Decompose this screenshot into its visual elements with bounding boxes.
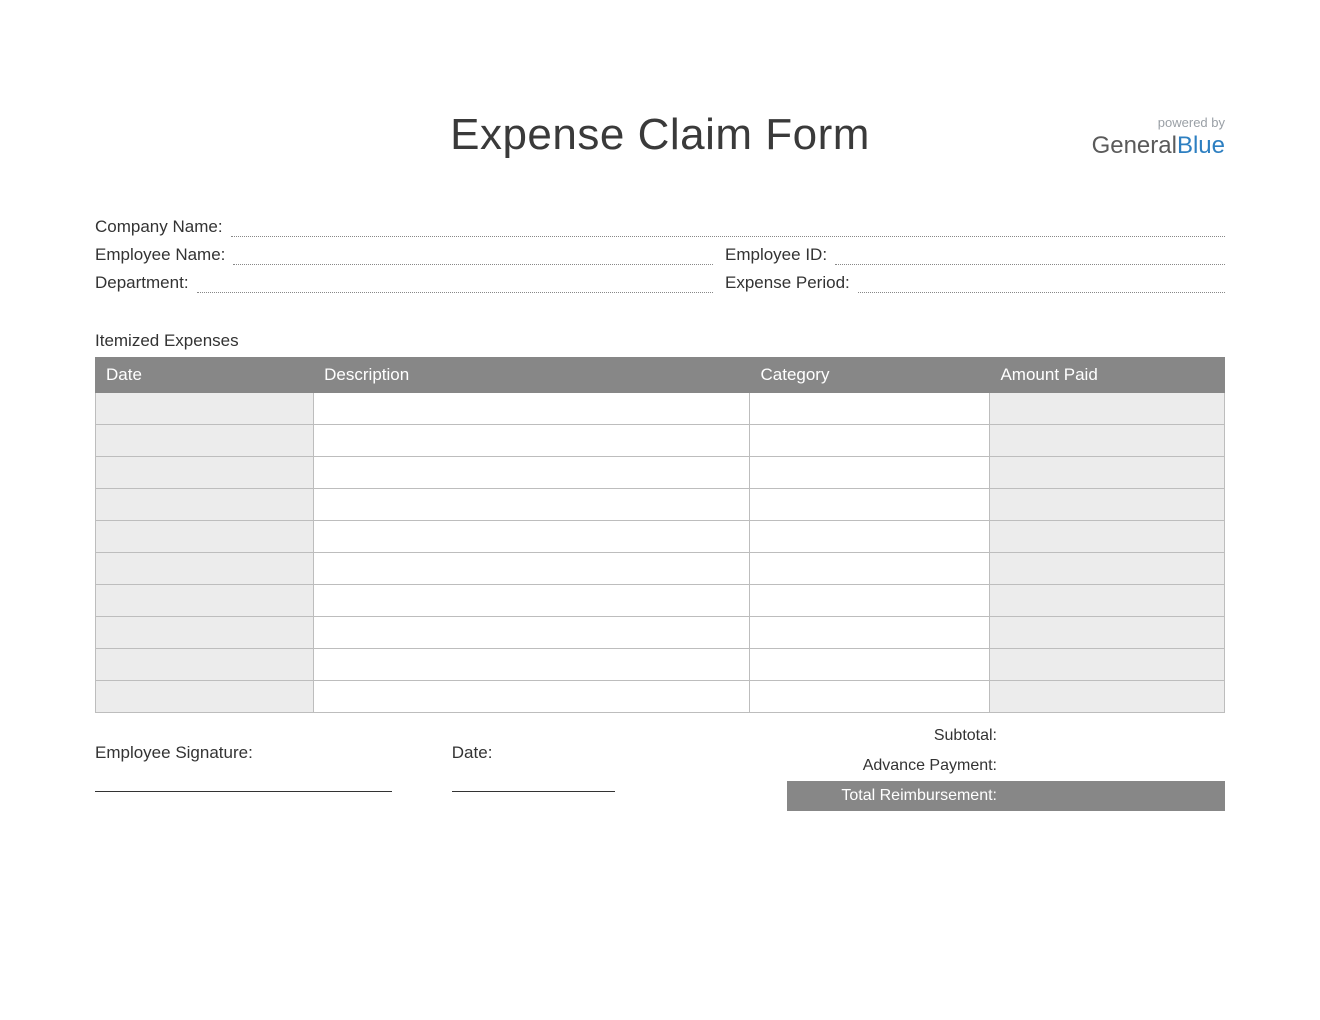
signature-date-line[interactable] [452, 791, 615, 792]
table-cell[interactable] [314, 457, 750, 489]
table-row [96, 681, 1225, 713]
employee-id-input[interactable] [835, 243, 1225, 265]
table-cell[interactable] [750, 681, 990, 713]
powered-by-text: powered by [1092, 115, 1225, 130]
table-row [96, 617, 1225, 649]
table-cell[interactable] [750, 393, 990, 425]
table-cell[interactable] [314, 489, 750, 521]
department-label: Department: [95, 273, 197, 293]
header-category: Category [750, 358, 990, 393]
table-row [96, 649, 1225, 681]
total-reimbursement-label: Total Reimbursement: [787, 787, 1005, 805]
employee-name-input[interactable] [233, 243, 713, 265]
itemized-expenses-title: Itemized Expenses [95, 331, 1225, 351]
table-row [96, 425, 1225, 457]
table-cell[interactable] [96, 553, 314, 585]
department-input[interactable] [197, 271, 713, 293]
employee-name-label: Employee Name: [95, 245, 233, 265]
company-name-label: Company Name: [95, 217, 231, 237]
table-cell[interactable] [314, 393, 750, 425]
brand-part2: Blue [1177, 132, 1225, 159]
expense-period-label: Expense Period: [725, 273, 858, 293]
table-cell[interactable] [96, 617, 314, 649]
table-cell[interactable] [990, 393, 1225, 425]
form-title: Expense Claim Form [95, 110, 1225, 160]
signature-date-label: Date: [452, 743, 615, 763]
brand-logo: powered by GeneralBlue [1092, 115, 1225, 160]
table-cell[interactable] [96, 393, 314, 425]
header-amount: Amount Paid [990, 358, 1225, 393]
header-date: Date [96, 358, 314, 393]
table-cell[interactable] [750, 649, 990, 681]
header-description: Description [314, 358, 750, 393]
table-cell[interactable] [96, 425, 314, 457]
table-cell[interactable] [314, 585, 750, 617]
table-row [96, 457, 1225, 489]
table-cell[interactable] [990, 585, 1225, 617]
table-cell[interactable] [750, 425, 990, 457]
table-cell[interactable] [990, 617, 1225, 649]
table-cell[interactable] [750, 617, 990, 649]
form-header: Expense Claim Form powered by GeneralBlu… [95, 110, 1225, 160]
table-cell[interactable] [96, 489, 314, 521]
table-cell[interactable] [96, 585, 314, 617]
table-cell[interactable] [314, 681, 750, 713]
table-row [96, 521, 1225, 553]
advance-payment-label: Advance Payment: [787, 757, 1005, 775]
company-name-input[interactable] [231, 215, 1225, 237]
table-cell[interactable] [96, 681, 314, 713]
table-cell[interactable] [990, 457, 1225, 489]
table-cell[interactable] [750, 457, 990, 489]
employee-id-label: Employee ID: [725, 245, 835, 265]
table-cell[interactable] [990, 681, 1225, 713]
table-cell[interactable] [990, 521, 1225, 553]
table-cell[interactable] [96, 521, 314, 553]
table-cell[interactable] [314, 617, 750, 649]
info-block: Company Name: Employee Name: Employee ID… [95, 215, 1225, 293]
table-cell[interactable] [96, 457, 314, 489]
employee-signature-line[interactable] [95, 791, 392, 792]
table-cell[interactable] [96, 649, 314, 681]
table-cell[interactable] [750, 489, 990, 521]
table-row [96, 393, 1225, 425]
table-cell[interactable] [990, 553, 1225, 585]
table-cell[interactable] [750, 585, 990, 617]
table-cell[interactable] [314, 649, 750, 681]
table-row [96, 585, 1225, 617]
table-cell[interactable] [990, 489, 1225, 521]
brand-name: GeneralBlue [1092, 132, 1225, 160]
table-cell[interactable] [990, 649, 1225, 681]
employee-signature-label: Employee Signature: [95, 743, 392, 763]
table-row [96, 553, 1225, 585]
table-cell[interactable] [314, 553, 750, 585]
table-cell[interactable] [314, 425, 750, 457]
signature-block: Employee Signature: Date: [95, 743, 615, 792]
table-cell[interactable] [750, 553, 990, 585]
brand-part1: General [1092, 132, 1177, 159]
table-cell[interactable] [750, 521, 990, 553]
subtotal-label: Subtotal: [787, 727, 1005, 745]
expenses-table: Date Description Category Amount Paid [95, 357, 1225, 713]
table-cell[interactable] [990, 425, 1225, 457]
expense-period-input[interactable] [858, 271, 1225, 293]
table-cell[interactable] [314, 521, 750, 553]
table-row [96, 489, 1225, 521]
